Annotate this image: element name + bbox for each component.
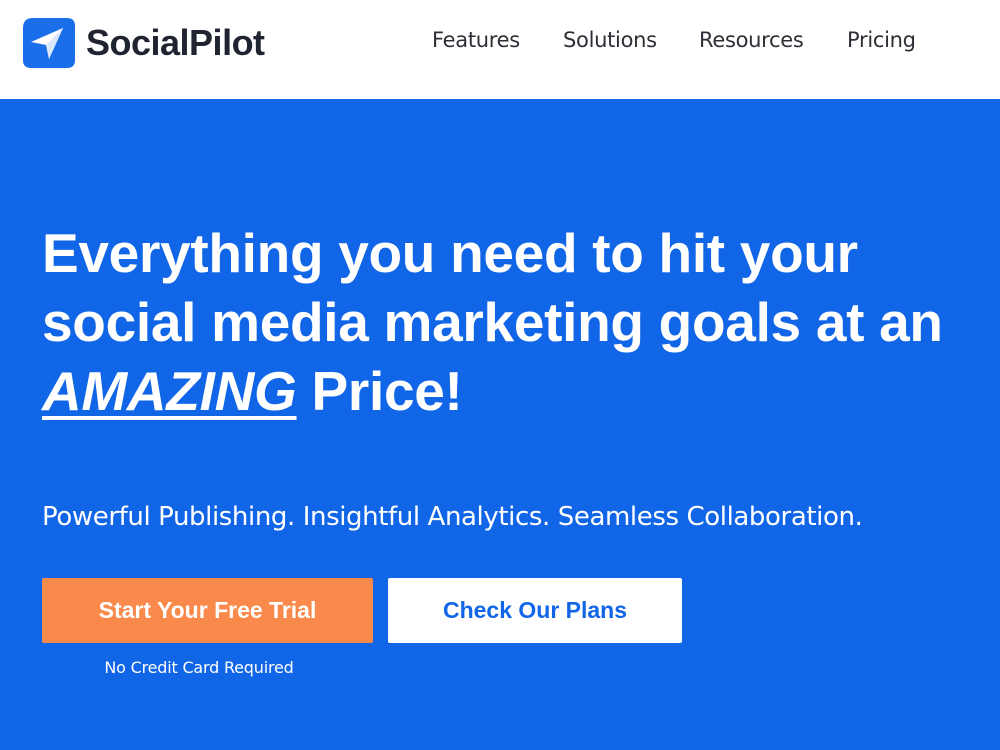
nav-item-features[interactable]: Features xyxy=(432,28,520,52)
nav-item-solutions[interactable]: Solutions xyxy=(563,28,657,52)
no-credit-card-note: No Credit Card Required xyxy=(104,658,294,677)
hero-subheadline: Powerful Publishing. Insightful Analytic… xyxy=(42,502,863,532)
hero-headline: Everything you need to hit your social m… xyxy=(42,219,997,426)
hero-section: Everything you need to hit your social m… xyxy=(0,99,1000,750)
top-navigation-bar: SocialPilot Features Solutions Resources… xyxy=(0,0,1000,99)
nav-item-resources[interactable]: Resources xyxy=(699,28,804,52)
nav-item-pricing[interactable]: Pricing xyxy=(847,28,916,52)
headline-text-end: Price! xyxy=(296,360,463,422)
headline-text: Everything you need to hit your social m… xyxy=(42,222,943,353)
brand-name: SocialPilot xyxy=(86,22,265,63)
brand-logo[interactable]: SocialPilot xyxy=(19,14,265,72)
headline-emphasis: AMAZING xyxy=(42,360,297,422)
paper-plane-icon xyxy=(23,18,75,68)
start-free-trial-button[interactable]: Start Your Free Trial xyxy=(42,578,373,643)
check-plans-button[interactable]: Check Our Plans xyxy=(388,578,682,643)
